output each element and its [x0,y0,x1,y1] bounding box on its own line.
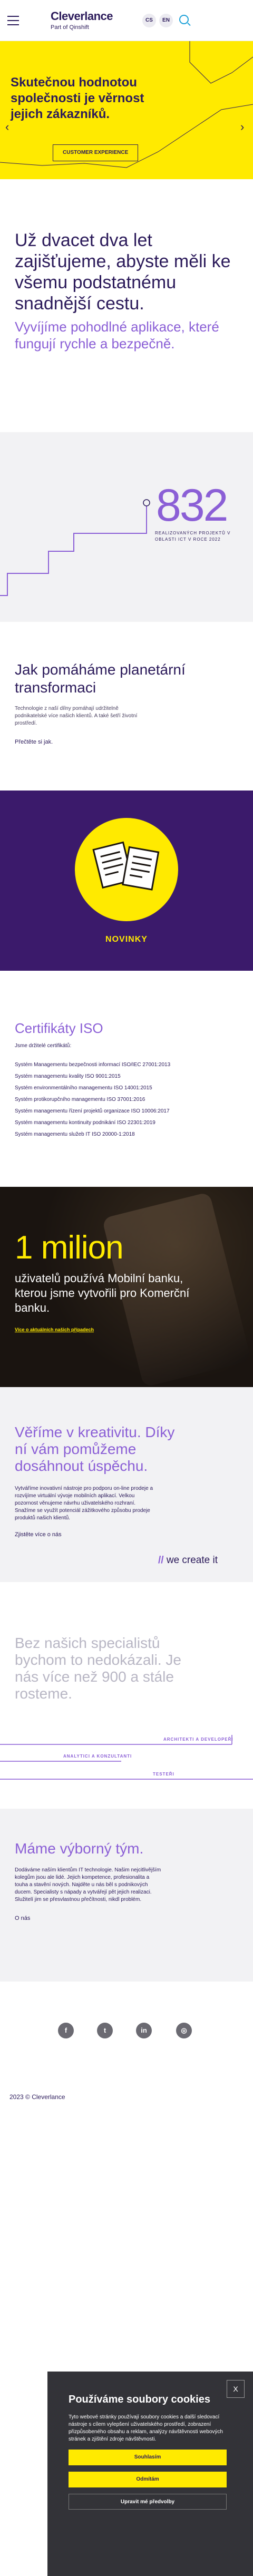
intro-headline: Už dvacet dva let zajišťujeme, abyste mě… [15,230,231,314]
hero-title: Skutečnou hodnotou společnosti je věrnos… [11,75,144,121]
social-links: f t in ◎ [0,1982,253,2045]
list-item: Systém managementu kvality ISO 9001:2015 [15,1074,121,1079]
projects-label: REALIZOVANÝCH PROJEKTŮ V OBLASTI ICT V R… [155,531,231,542]
team-section: Máme výborný tým. Dodáváme naším klientů… [0,1809,253,1982]
cookie-text: Tyto webové stránky používají soubory co… [69,2414,223,2442]
lang-cs-button[interactable]: CS [142,14,156,27]
stats-section: 832 REALIZOVANÝCH PROJEKTŮ V OBLASTI ICT… [0,432,253,622]
creativity-title: Věříme v kreativitu. Díky ní vám pomůžem… [15,1424,175,1474]
list-item: Systém Managementu bezpečnosti informací… [15,1062,171,1068]
creativity-section: Věříme v kreativitu. Díky ní vám pomůžem… [0,1387,253,1582]
team-text: Dodáváme naším klientům IT technologie. … [15,1867,161,1902]
list-item: Systém managementu kontinuity podnikání … [15,1120,155,1126]
list-item: Systém protikorupčního managementu ISO 3… [15,1097,145,1102]
cookie-accept-button[interactable]: Souhlasím [69,2450,227,2465]
list-item: Systém managementu řízení projektů organ… [15,1108,170,1114]
certificates-lead: Jsme držitelé certifikátů: [15,1043,72,1049]
hamburger-menu-icon[interactable] [7,16,19,28]
creativity-text: Vytváříme inovativní nástroje pro podpor… [15,1486,153,1521]
site-footer: 2023 © Cleverlance [0,2045,253,2230]
slash-mark: // [158,1555,164,1566]
news-label: NOVINKY [105,935,148,944]
cookie-dialog: X Používáme soubory cookies Tyto webové … [47,2372,253,2576]
transformation-text: Technologie z naší dílny pomáhají udržit… [15,706,138,726]
mobile-bank-banner: 1 milion uživatelů používá Mobilní banku… [0,1187,253,1387]
cookie-title: Používáme soubory cookies [69,2394,210,2405]
logo[interactable]: Cleverlance Part of Qinshift [51,9,113,31]
testers-tag: TESTEŘI [153,1772,174,1777]
list-item: Systém managementu služeb IT ISO 20000-1… [15,1131,135,1137]
analysts-tag: ANALYTICI A KONZULTANTI [63,1754,132,1759]
about-link[interactable]: O nás [15,1915,241,1921]
team-title: Máme výborný tým. [15,1840,144,1857]
projects-count: 832 [156,480,228,531]
architects-tag: ARCHITEKTI A DEVELOPEŘI [163,1737,233,1742]
instagram-icon[interactable]: ◎ [176,2023,192,2038]
intro-section: Už dvacet dva let zajišťujeme, abyste mě… [0,179,253,432]
certificates-list: Systém Managementu bezpečnosti informací… [15,1061,173,1138]
facebook-icon[interactable]: f [58,2023,74,2038]
about-us-link[interactable]: Zjistěte více o nás [15,1531,241,1538]
intro-subheadline: Vyvíjíme pohodlné aplikace, které funguj… [15,319,219,352]
cookie-reject-button[interactable]: Odmítám [69,2472,227,2487]
list-item: Systém environmentálního managementu ISO… [15,1085,152,1091]
logo-brand: Cleverlance [51,9,113,23]
twitter-icon[interactable]: t [97,2023,113,2038]
we-create-it-text: we create it [166,1555,218,1566]
page: Cleverlance Part of Qinshift CS EN ‹ › S… [0,0,253,2576]
transformation-title: Jak pomáháme planetární transformaci [15,661,186,696]
customer-experience-button[interactable]: CUSTOMER EXPERIENCE [53,144,139,161]
hero-prev-arrow-icon[interactable]: ‹ [5,120,9,134]
specialists-section: Bez našich specialistů bychom to nedokáz… [0,1582,253,1809]
documents-icon [92,841,160,891]
users-count: 1 milion [15,1230,124,1266]
logo-subbrand: Part of Qinshift [51,24,89,31]
cookie-close-button[interactable]: X [227,2380,245,2398]
news-circle [75,818,178,921]
hero-slider: ‹ › Skutečnou hodnotou společnosti je vě… [0,41,253,179]
certificates-section: Certifikáty ISO Jsme držitelé certifikát… [0,971,253,1187]
copyright: 2023 © Cleverlance [9,2093,65,2101]
specialists-lines-graphic [0,1735,253,1780]
site-header: Cleverlance Part of Qinshift CS EN [0,0,253,41]
cookie-settings-button[interactable]: Upravit mé předvolby [69,2494,227,2510]
hero-next-arrow-icon[interactable]: › [240,120,244,134]
lang-en-button[interactable]: EN [159,14,173,27]
banner-text: uživatelů používá Mobilní banku, kterou … [15,1272,190,1314]
we-create-it-claim: // we create it [158,1555,218,1566]
transformation-link[interactable]: Přečtěte si jak. [15,739,53,745]
news-section[interactable]: NOVINKY [0,791,253,971]
linkedin-icon[interactable]: in [136,2023,152,2038]
transformation-section: Jak pomáháme planetární transformaci Tec… [0,622,253,791]
certificates-title: Certifikáty ISO [15,1020,103,1036]
search-icon[interactable] [179,15,189,24]
case-studies-link[interactable]: Více o aktuálních našich případech [15,1327,94,1332]
